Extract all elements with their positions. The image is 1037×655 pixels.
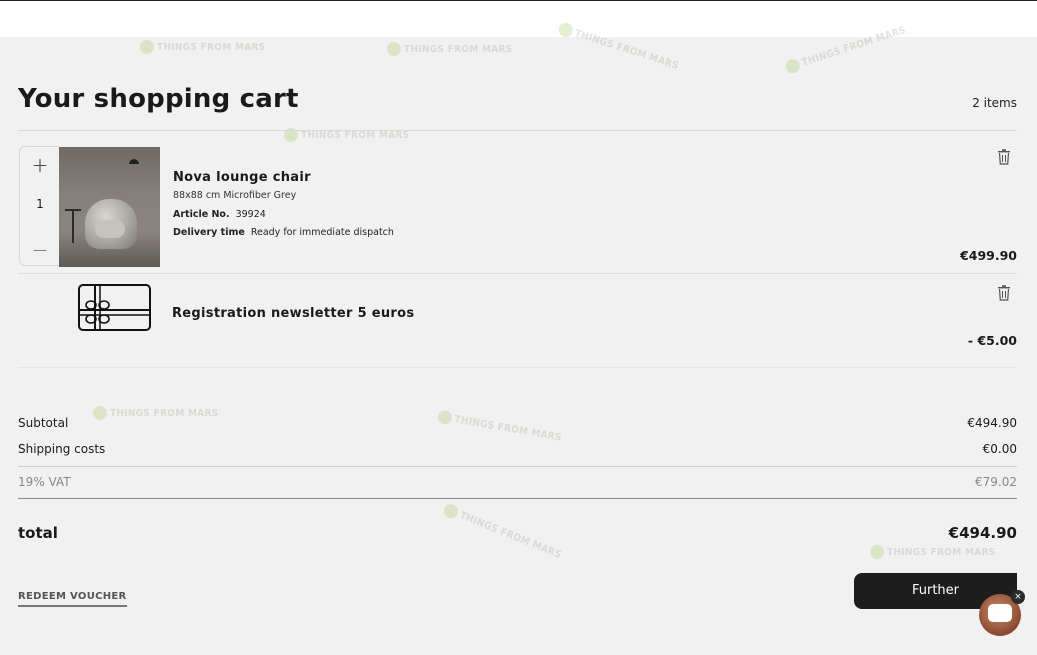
- total-row: total €494.90: [18, 524, 1017, 548]
- voucher-name: Registration newsletter 5 euros: [172, 306, 415, 321]
- page-title: Your shopping cart: [18, 84, 299, 114]
- top-bar: [0, 0, 1037, 37]
- cart-header: Your shopping cart 2 items: [18, 84, 1017, 131]
- gift-card-icon: [78, 284, 151, 331]
- delivery-value: Ready for immediate dispatch: [250, 227, 394, 238]
- quantity-value: 1: [36, 197, 44, 211]
- article-label: Article No.: [173, 209, 230, 220]
- shipping-label: Shipping costs: [18, 442, 106, 456]
- watermark: THINGS FROM MARS: [387, 42, 512, 56]
- total-value: €494.90: [948, 524, 1017, 542]
- delivery-label: Delivery time: [173, 227, 245, 238]
- chat-close-button[interactable]: ×: [1011, 590, 1025, 604]
- trash-icon[interactable]: [997, 285, 1011, 301]
- quantity-stepper: + 1 —: [19, 146, 59, 266]
- subtotal-label: Subtotal: [18, 416, 69, 430]
- vat-label: 19% VAT: [18, 475, 71, 489]
- increase-quantity-button[interactable]: +: [20, 150, 60, 180]
- cart-item: + 1 — Nova lounge chair 88x88 cm Microfi…: [18, 146, 1017, 274]
- vat-row: 19% VAT €79.02: [18, 466, 1017, 499]
- watermark: THINGS FROM MARS: [140, 40, 265, 54]
- subtotal-row: Subtotal €494.90: [18, 416, 1017, 436]
- article-value: 39924: [235, 209, 266, 220]
- redeem-voucher-link[interactable]: REDEEM VOUCHER: [18, 591, 127, 607]
- article-number: Article No. 39924: [173, 209, 266, 220]
- product-name[interactable]: Nova lounge chair: [173, 170, 311, 185]
- voucher-price: - €5.00: [967, 333, 1017, 348]
- trash-icon[interactable]: [997, 149, 1011, 165]
- decrease-quantity-button[interactable]: —: [20, 235, 60, 265]
- product-image[interactable]: [59, 147, 160, 267]
- item-count: 2 items: [972, 96, 1017, 110]
- total-label: total: [18, 524, 58, 542]
- item-price: €499.90: [960, 248, 1017, 263]
- chat-bubble-icon: [988, 604, 1012, 622]
- subtotal-value: €494.90: [967, 416, 1017, 430]
- product-variant: 88x88 cm Microfiber Grey: [173, 190, 297, 201]
- shipping-value: €0.00: [982, 442, 1017, 456]
- cart-item: Registration newsletter 5 euros - €5.00: [18, 275, 1017, 368]
- shipping-row: Shipping costs €0.00: [18, 442, 1017, 462]
- vat-value: €79.02: [975, 475, 1017, 489]
- delivery-time: Delivery time Ready for immediate dispatc…: [173, 227, 394, 238]
